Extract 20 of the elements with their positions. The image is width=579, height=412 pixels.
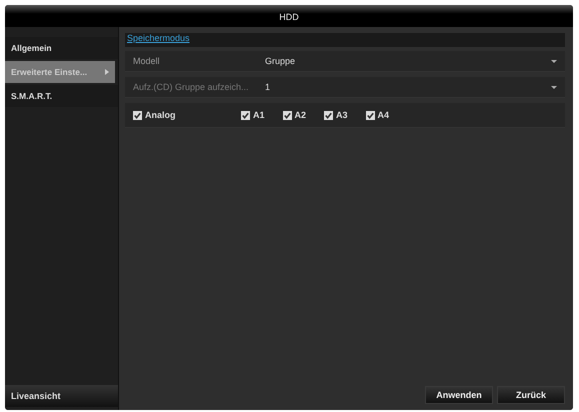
arrow-icon	[105, 69, 109, 75]
field-label: Aufz.(CD) Gruppe aufzeich...	[133, 82, 250, 92]
field-value: Gruppe	[265, 56, 296, 66]
live-view-button[interactable]: Liveansicht	[5, 385, 118, 407]
dropdown-icon	[551, 60, 557, 62]
checkbox[interactable]: A2	[282, 110, 306, 120]
dropdown-row[interactable]: Modell Gruppe	[125, 51, 565, 72]
dropdown-icon	[551, 86, 557, 88]
checkbox[interactable]: A4	[366, 110, 390, 120]
dialog-button[interactable]: Anwenden	[425, 386, 493, 404]
field-label: Modell	[133, 56, 161, 66]
checkbox[interactable]: Analog	[133, 110, 229, 120]
tab[interactable]: Speichermodus	[125, 33, 190, 43]
dialog-button[interactable]: Zurück	[497, 386, 565, 404]
checkbox[interactable]: A1	[241, 110, 265, 120]
window-title: HDD	[5, 5, 573, 27]
sidebar-item[interactable]: Allgemein	[5, 37, 118, 59]
field-value: 1	[265, 82, 272, 92]
sidebar-item[interactable]: S.M.A.R.T.	[5, 85, 118, 107]
checkbox[interactable]: A3	[324, 110, 348, 120]
